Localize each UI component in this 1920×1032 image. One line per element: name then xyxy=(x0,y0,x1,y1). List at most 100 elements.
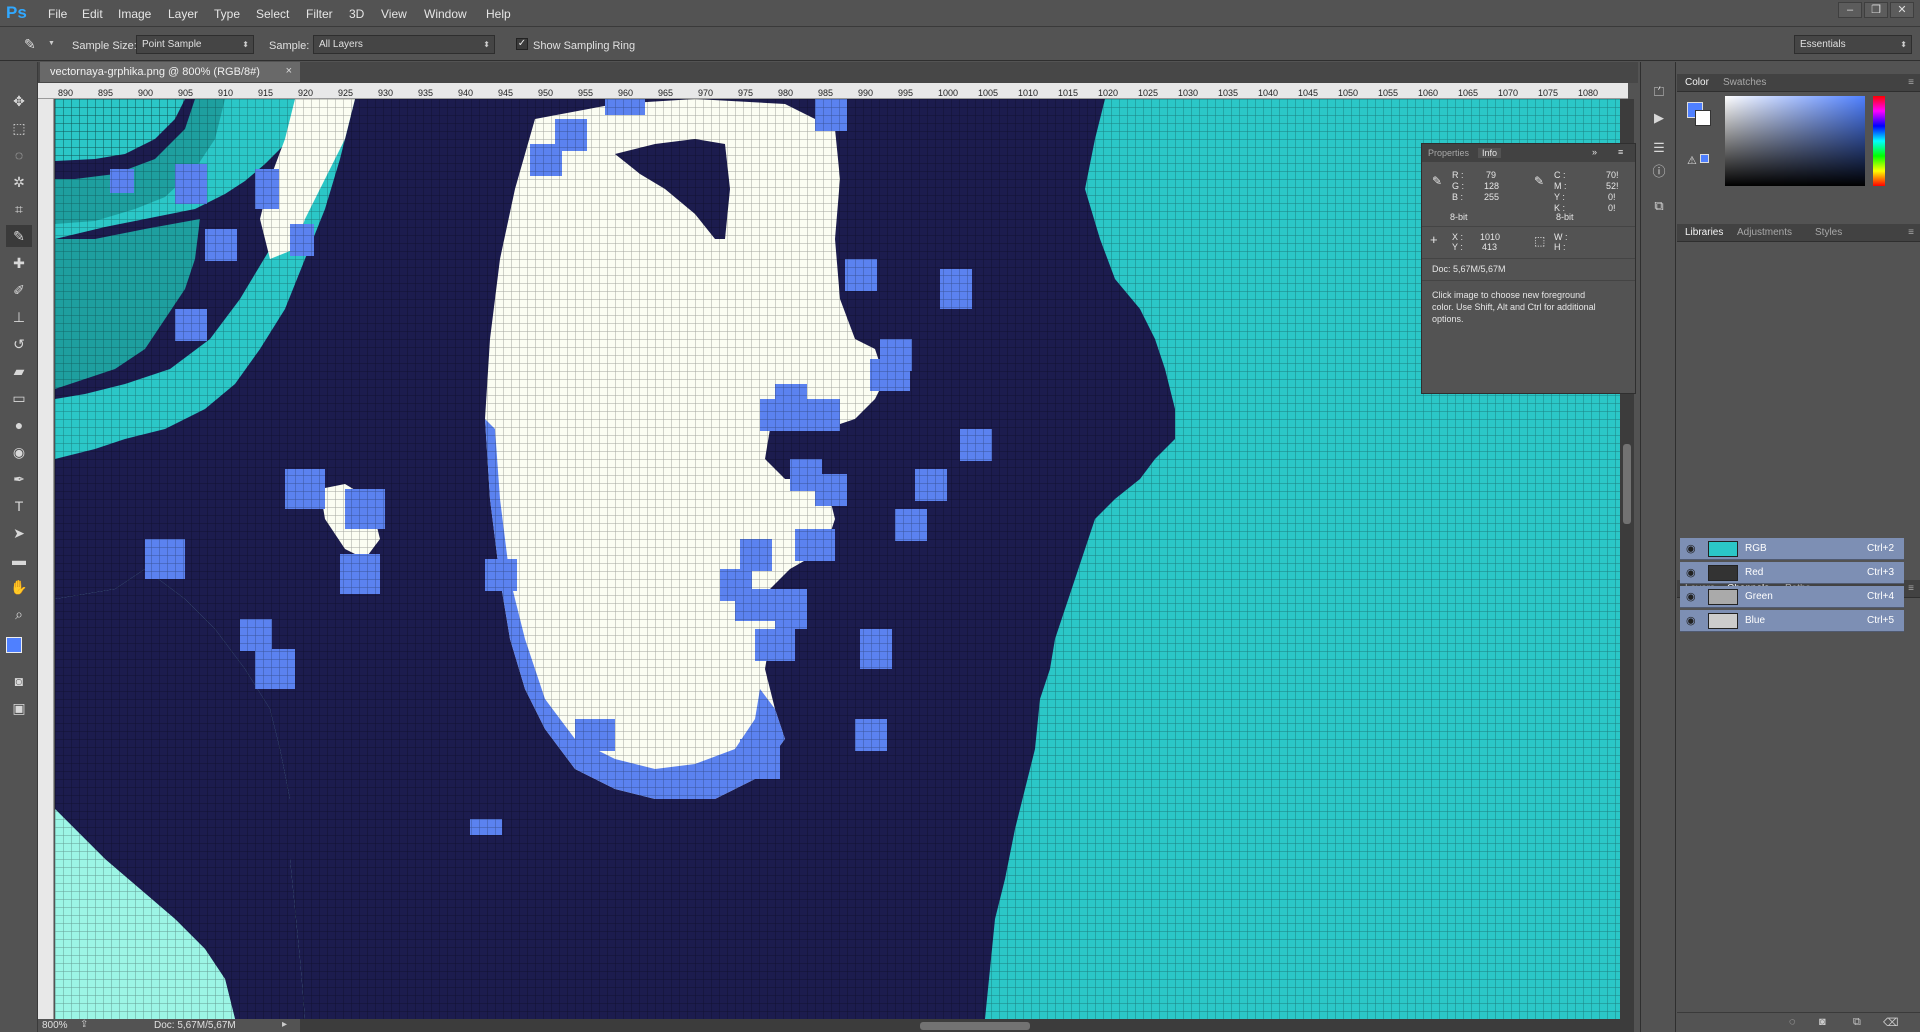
load-selection-icon[interactable]: ◌ xyxy=(1789,1016,1796,1028)
sample-size-value: Point Sample xyxy=(142,39,202,50)
color-background-swatch[interactable] xyxy=(1695,110,1711,126)
history-icon[interactable]: ⏍ xyxy=(1649,82,1669,102)
sample-size-dropdown[interactable]: Point Sample ⬍ xyxy=(136,35,254,54)
hand-tool-icon[interactable]: ✋ xyxy=(6,576,32,598)
menu-select[interactable]: Select xyxy=(256,7,289,21)
tab-swatches[interactable]: Swatches xyxy=(1723,77,1766,88)
horizontal-scrollbar[interactable] xyxy=(300,1019,1634,1032)
menu-file[interactable]: File xyxy=(48,7,67,21)
collapse-panel-icon[interactable]: » xyxy=(1592,147,1597,157)
tool-preset-arrow-icon[interactable]: ▼ xyxy=(48,40,55,47)
eraser-tool-icon[interactable]: ▰ xyxy=(6,360,32,382)
actions-play-icon[interactable]: ▶ xyxy=(1649,108,1669,128)
pen-tool-icon[interactable]: ✒ xyxy=(6,468,32,490)
history-brush-tool-icon[interactable]: ↺ xyxy=(6,333,32,355)
marquee-tool-icon[interactable]: ⬚ xyxy=(6,117,32,139)
screen-mode-icon[interactable]: ▣ xyxy=(6,697,32,719)
path-selection-tool-icon[interactable]: ➤ xyxy=(6,522,32,544)
eye-icon[interactable]: ◉ xyxy=(1686,566,1696,579)
channel-row-rgb[interactable]: ◉ RGB Ctrl+2 xyxy=(1680,538,1904,560)
ruler-tick: 970 xyxy=(698,88,714,98)
show-sampling-ring-label: Show Sampling Ring xyxy=(533,40,636,52)
menu-edit[interactable]: Edit xyxy=(82,7,103,21)
vertical-scroll-thumb[interactable] xyxy=(1623,444,1631,524)
ruler-tick: 1000 xyxy=(938,88,959,98)
menu-type[interactable]: Type xyxy=(214,7,240,21)
rectangle-tool-icon[interactable]: ▬ xyxy=(6,549,32,571)
info-icon[interactable]: ⓘ xyxy=(1649,162,1669,182)
foreground-color-swatch[interactable] xyxy=(6,637,22,653)
horizontal-scroll-thumb[interactable] xyxy=(920,1022,1030,1030)
ruler-tick: 1040 xyxy=(1258,88,1279,98)
close-tab-icon[interactable]: × xyxy=(286,65,292,77)
show-sampling-ring-checkbox[interactable]: ✓ xyxy=(516,38,528,50)
hue-slider[interactable] xyxy=(1873,96,1885,186)
channel-row-red[interactable]: ◉ Red Ctrl+3 xyxy=(1680,562,1904,584)
tab-styles[interactable]: Styles xyxy=(1815,227,1842,238)
menu-layer[interactable]: Layer xyxy=(168,7,198,21)
eyedropper-tool-icon[interactable]: ✎ xyxy=(6,225,32,247)
channel-row-blue[interactable]: ◉ Blue Ctrl+5 xyxy=(1680,610,1904,632)
eyedropper-icon[interactable]: ✎ xyxy=(24,36,36,53)
channel-shortcut: Ctrl+5 xyxy=(1867,615,1894,626)
libraries-icon[interactable]: ⧉ xyxy=(1649,196,1669,216)
save-selection-icon[interactable]: ◙ xyxy=(1819,1016,1826,1028)
zoom-tool-icon[interactable]: ⌕ xyxy=(6,603,32,625)
status-menu-arrow-icon[interactable]: ▸ xyxy=(282,1019,287,1030)
panel-menu-icon[interactable]: ≡ xyxy=(1908,77,1914,88)
properties-icon[interactable]: ☰ xyxy=(1649,138,1669,158)
color-picker-field[interactable] xyxy=(1725,96,1865,186)
menu-help[interactable]: Help xyxy=(486,7,511,21)
delete-channel-icon[interactable]: ⌫ xyxy=(1883,1016,1899,1029)
new-channel-icon[interactable]: ⧉ xyxy=(1853,1016,1861,1029)
image-canvas[interactable] xyxy=(55,99,1620,1019)
crop-tool-icon[interactable]: ⌗ xyxy=(6,198,32,220)
panel-menu-icon[interactable]: ≡ xyxy=(1908,227,1914,238)
tab-libraries[interactable]: Libraries xyxy=(1685,227,1723,238)
brush-tool-icon[interactable]: ✐ xyxy=(6,279,32,301)
blur-tool-icon[interactable]: ● xyxy=(6,414,32,436)
move-tool-icon[interactable]: ✥ xyxy=(6,90,32,112)
ruler-tick: 975 xyxy=(738,88,754,98)
eye-icon[interactable]: ◉ xyxy=(1686,542,1696,555)
panel-menu-icon[interactable]: ≡ xyxy=(1908,583,1914,594)
ruler-tick: 1075 xyxy=(1538,88,1559,98)
menu-window[interactable]: Window xyxy=(424,7,467,21)
eye-icon[interactable]: ◉ xyxy=(1686,590,1696,603)
gradient-tool-icon[interactable]: ▭ xyxy=(6,387,32,409)
sample-dropdown[interactable]: All Layers ⬍ xyxy=(313,35,495,54)
workspace-dropdown[interactable]: Essentials ⬍ xyxy=(1794,35,1912,54)
menu-view[interactable]: View xyxy=(381,7,407,21)
tab-color[interactable]: Color xyxy=(1685,77,1709,88)
dodge-tool-icon[interactable]: ◉ xyxy=(6,441,32,463)
tab-info[interactable]: Info xyxy=(1478,148,1502,158)
channel-row-green[interactable]: ◉ Green Ctrl+4 xyxy=(1680,586,1904,608)
tab-adjustments[interactable]: Adjustments xyxy=(1737,227,1792,238)
channel-thumbnail xyxy=(1708,565,1738,581)
share-icon[interactable]: ⇪ xyxy=(80,1019,88,1030)
websafe-swatch[interactable] xyxy=(1700,154,1709,163)
lasso-tool-icon[interactable]: ◌ xyxy=(6,144,32,166)
minimize-button[interactable]: – xyxy=(1838,2,1862,18)
quick-mask-icon[interactable]: ◙ xyxy=(6,670,32,692)
menu-image[interactable]: Image xyxy=(118,7,151,21)
dimension-icon: ⬚ xyxy=(1534,234,1546,248)
channel-name: RGB xyxy=(1745,543,1767,554)
info-c-value: 70! xyxy=(1606,170,1619,180)
eye-icon[interactable]: ◉ xyxy=(1686,614,1696,627)
type-tool-icon[interactable]: T xyxy=(6,495,32,517)
menu-filter[interactable]: Filter xyxy=(306,7,333,21)
document-tab[interactable]: vectornaya-grphika.png @ 800% (RGB/8#) × xyxy=(40,62,300,83)
tab-properties[interactable]: Properties xyxy=(1428,148,1469,158)
channel-thumbnail xyxy=(1708,613,1738,629)
menu-3d[interactable]: 3D xyxy=(349,7,364,21)
healing-brush-tool-icon[interactable]: ✚ xyxy=(6,252,32,274)
magic-wand-tool-icon[interactable]: ✲ xyxy=(6,171,32,193)
zoom-level[interactable]: 800% xyxy=(42,1020,68,1031)
restore-button[interactable]: ❐ xyxy=(1864,2,1888,18)
info-bit-left: 8-bit xyxy=(1450,212,1468,222)
info-panel-tabs: Properties Info » ≡ xyxy=(1422,144,1635,162)
panel-menu-icon[interactable]: ≡ xyxy=(1618,147,1623,157)
clone-stamp-tool-icon[interactable]: ⊥ xyxy=(6,306,32,328)
close-button[interactable]: ✕ xyxy=(1890,2,1914,18)
